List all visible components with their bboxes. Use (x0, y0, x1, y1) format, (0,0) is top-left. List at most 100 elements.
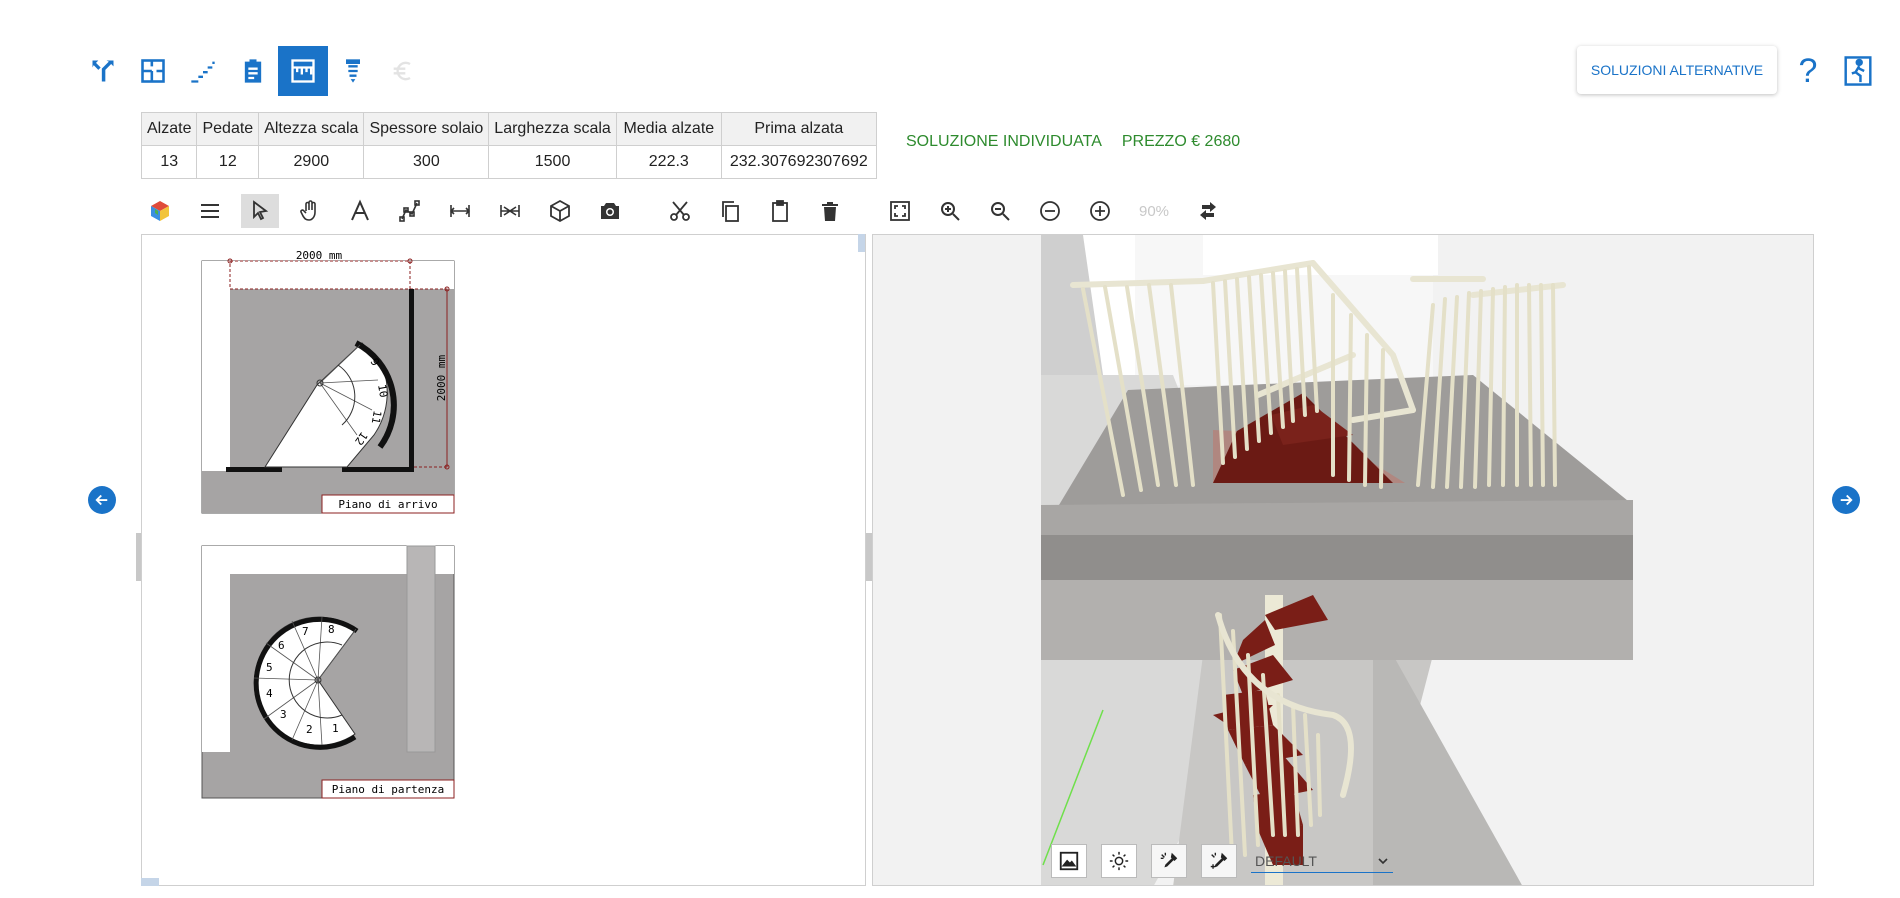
value-pedate: 12 (196, 145, 260, 179)
hand-icon (300, 200, 316, 221)
value-prima-alzata: 232.307692307692 (720, 145, 877, 179)
increase-zoom-button[interactable] (1081, 194, 1119, 228)
textures-button[interactable] (141, 194, 179, 228)
lower-step-8: 8 (328, 623, 335, 636)
stair-configurator-page: SOLUZIONI ALTERNATIVE ? Alzate Pedate Al… (0, 0, 1900, 898)
lower-step-1: 1 (332, 722, 339, 735)
clipboard-button[interactable] (228, 46, 278, 96)
lower-step-7: 7 (302, 625, 309, 638)
image-icon (1059, 851, 1079, 871)
lower-step-6: 6 (278, 639, 285, 652)
stair-type-button[interactable] (78, 46, 128, 96)
stair-type-icon (92, 60, 114, 82)
3d-view-controls: DEFAULT (1051, 844, 1393, 878)
solution-status: SOLUZIONE INDIVIDUATA PREZZO € 2680 (906, 133, 1240, 151)
sun-settings-icon (1109, 851, 1129, 871)
header-altezza-scala: Altezza scala (258, 112, 365, 146)
cube-icon (550, 199, 570, 223)
delete-button[interactable] (811, 194, 849, 228)
solution-found-text: SOLUZIONE INDIVIDUATA (906, 133, 1102, 150)
measures-button[interactable] (278, 46, 328, 96)
header-media-alzate: Media alzate (615, 112, 722, 146)
menu-button[interactable] (191, 194, 229, 228)
value-spessore-solaio: 300 (363, 145, 490, 179)
lower-step-5: 5 (266, 661, 273, 674)
material-picker-all-button[interactable] (1201, 844, 1237, 878)
upper-step-11: 11 (369, 409, 384, 424)
cube-colors-icon (151, 201, 169, 221)
decrease-zoom-button[interactable] (1031, 194, 1069, 228)
zoom-out-icon (991, 202, 1010, 221)
alternative-solutions-button[interactable]: SOLUZIONI ALTERNATIVE (1577, 46, 1777, 94)
value-altezza-scala: 2900 (258, 145, 365, 179)
value-alzate: 13 (140, 145, 198, 179)
arrival-width-dimension: 2000 mm (296, 249, 343, 262)
dimension-tool-button[interactable] (441, 194, 479, 228)
paste-button[interactable] (761, 194, 799, 228)
price-text: PREZZO € 2680 (1121, 133, 1241, 150)
floor-plan-button[interactable] (128, 46, 178, 96)
plan-panel[interactable]: 9 10 11 12 2000 mm 2000 mm Piano di arri… (141, 234, 866, 886)
zoom-in-icon (941, 202, 960, 221)
pan-tool-button[interactable] (291, 194, 329, 228)
arrival-depth-dimension: 2000 mm (435, 354, 448, 401)
plus-circle-icon (1090, 201, 1110, 221)
table-header-row: Alzate Pedate Altezza scala Spessore sol… (140, 112, 877, 146)
3d-view-panel[interactable] (872, 234, 1814, 886)
arrow-left-icon (95, 494, 108, 506)
arrival-floor-plan: 9 10 11 12 2000 mm 2000 mm Piano di arri… (201, 249, 455, 514)
zoom-out-view-button[interactable] (981, 194, 1019, 228)
background-image-button[interactable] (1051, 844, 1087, 878)
camera-icon (601, 203, 619, 219)
previous-step-button[interactable] (88, 486, 116, 514)
3d-staircase-render[interactable] (873, 235, 1814, 886)
dimension-angle-icon (500, 205, 520, 217)
zoom-in-view-button[interactable] (931, 194, 969, 228)
pointer-icon (253, 200, 269, 221)
dimension-alt-tool-button[interactable] (491, 194, 529, 228)
dimension-icon (449, 205, 471, 217)
lower-step-2: 2 (306, 723, 313, 736)
chevron-down-icon (1378, 857, 1388, 864)
fit-screen-icon (890, 201, 910, 221)
minus-circle-icon (1040, 201, 1060, 221)
value-media-alzate: 222.3 (615, 145, 722, 179)
stairs-button[interactable] (178, 46, 228, 96)
header-pedate: Pedate (196, 112, 260, 146)
left-panel-handle[interactable] (136, 533, 141, 581)
3d-view-button[interactable] (541, 194, 579, 228)
select-tool-button[interactable] (241, 194, 279, 228)
help-button[interactable]: ? (1790, 50, 1826, 92)
text-tool-button[interactable] (341, 194, 379, 228)
plan-vertical-scrollbar[interactable] (858, 234, 865, 252)
fit-view-button[interactable] (881, 194, 919, 228)
arrival-floor-label: Piano di arrivo (338, 498, 437, 511)
material-picker-button[interactable] (1151, 844, 1187, 878)
polyline-tool-button[interactable] (391, 194, 429, 228)
euro-icon (393, 61, 411, 81)
header-spessore-solaio: Spessore solaio (363, 112, 490, 146)
exit-button[interactable] (1840, 52, 1876, 90)
trash-icon (822, 202, 838, 221)
header-larghezza-scala: Larghezza scala (488, 112, 617, 146)
polyline-icon (399, 200, 420, 222)
lighting-button[interactable] (1101, 844, 1137, 878)
editor-toolbar: 90% (141, 194, 1239, 228)
price-button[interactable] (378, 46, 428, 96)
departure-floor-plan: 1 2 3 4 5 6 7 8 Piano di partenza (201, 545, 455, 799)
floor-plan-drawing[interactable]: 9 10 11 12 2000 mm 2000 mm Piano di arri… (142, 235, 866, 886)
screenshot-button[interactable] (591, 194, 629, 228)
floor-plan-icon (141, 59, 165, 83)
copy-button[interactable] (711, 194, 749, 228)
menu-icon (201, 204, 219, 218)
stair-summary-table: Alzate Pedate Altezza scala Spessore sol… (140, 112, 877, 179)
plan-horizontal-scrollbar[interactable] (141, 878, 159, 886)
hardware-button[interactable] (328, 46, 378, 96)
next-step-button[interactable] (1832, 486, 1860, 514)
cut-button[interactable] (661, 194, 699, 228)
swap-view-button[interactable] (1189, 194, 1227, 228)
render-mode-select[interactable]: DEFAULT (1251, 849, 1393, 873)
value-larghezza-scala: 1500 (488, 145, 617, 179)
copy-icon (722, 201, 739, 222)
lower-step-4: 4 (266, 687, 273, 700)
